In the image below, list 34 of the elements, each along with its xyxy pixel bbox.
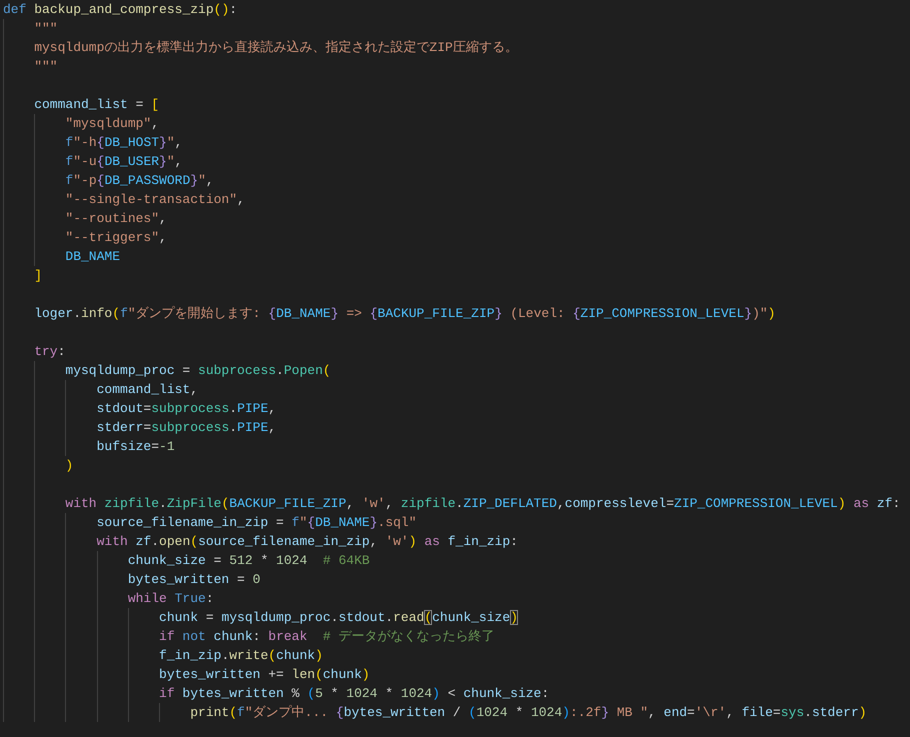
code-line: stdout=subprocess.PIPE,	[96, 400, 276, 418]
code-line: loger.info(f"ダンプを開始します: {DB_NAME} => {BACKUP_FILE_ZIP} (Level: {ZIP_COMPRESSION_LEVEL})")	[34, 305, 776, 323]
code-line: stderr=subprocess.PIPE,	[96, 419, 276, 437]
code-line: mysqldumpの出力を標準出力から直接読み込み、指定された設定でZIP圧縮する。	[34, 39, 518, 57]
code-line: "--single-transaction",	[65, 191, 245, 209]
code-line: with zf.open(source_filename_in_zip, 'w') as f_in_zip:	[96, 533, 518, 551]
code-line: f_in_zip.write(chunk)	[159, 647, 323, 665]
code-line: bufsize=-1	[96, 438, 175, 456]
code-line: bytes_written += len(chunk)	[159, 666, 370, 684]
code-line: f"-u{DB_USER}",	[65, 153, 182, 171]
code-line: f"-h{DB_HOST}",	[65, 134, 182, 152]
code-line: if bytes_written % (5 * 1024 * 1024) < chunk_size:	[159, 685, 550, 703]
code-line: with zipfile.ZipFile(BACKUP_FILE_ZIP, 'w', zipfile.ZIP_DEFLATED,compresslevel=ZIP_COMPRESSION_LEVEL) as zf:	[65, 495, 900, 513]
code-line: def backup_and_compress_zip():	[3, 1, 238, 19]
code-line: while True:	[128, 590, 214, 608]
code-line: "--routines",	[65, 210, 167, 228]
code-line: "--triggers",	[65, 229, 167, 247]
code-line: if not chunk: break # データがなくなったら終了	[159, 628, 494, 646]
code-line: DB_NAME	[65, 248, 120, 266]
code-line: chunk = mysqldump_proc.stdout.read(chunk_size)	[159, 609, 518, 627]
code-line: ]	[34, 267, 42, 285]
code-line: mysqldump_proc = subprocess.Popen(	[65, 362, 331, 380]
code-line: """	[34, 58, 58, 76]
code-line: command_list,	[96, 381, 198, 399]
code-line: command_list = [	[34, 96, 160, 114]
code-line: try:	[34, 343, 66, 361]
code-line: chunk_size = 512 * 1024 # 64KB	[128, 552, 370, 570]
code-line: )	[65, 457, 74, 475]
code-line: print(f"ダンプ中... {bytes_written / (1024 * 1024):.2f} MB ", end='\r', file=sys.stderr)	[190, 704, 867, 722]
code-line: f"-p{DB_PASSWORD}",	[65, 172, 214, 190]
code-line: """	[34, 20, 58, 38]
code-line: "mysqldump",	[65, 115, 160, 133]
code-line: bytes_written = 0	[128, 571, 260, 589]
code-line: source_filename_in_zip = f"{DB_NAME}.sql"	[96, 514, 417, 532]
